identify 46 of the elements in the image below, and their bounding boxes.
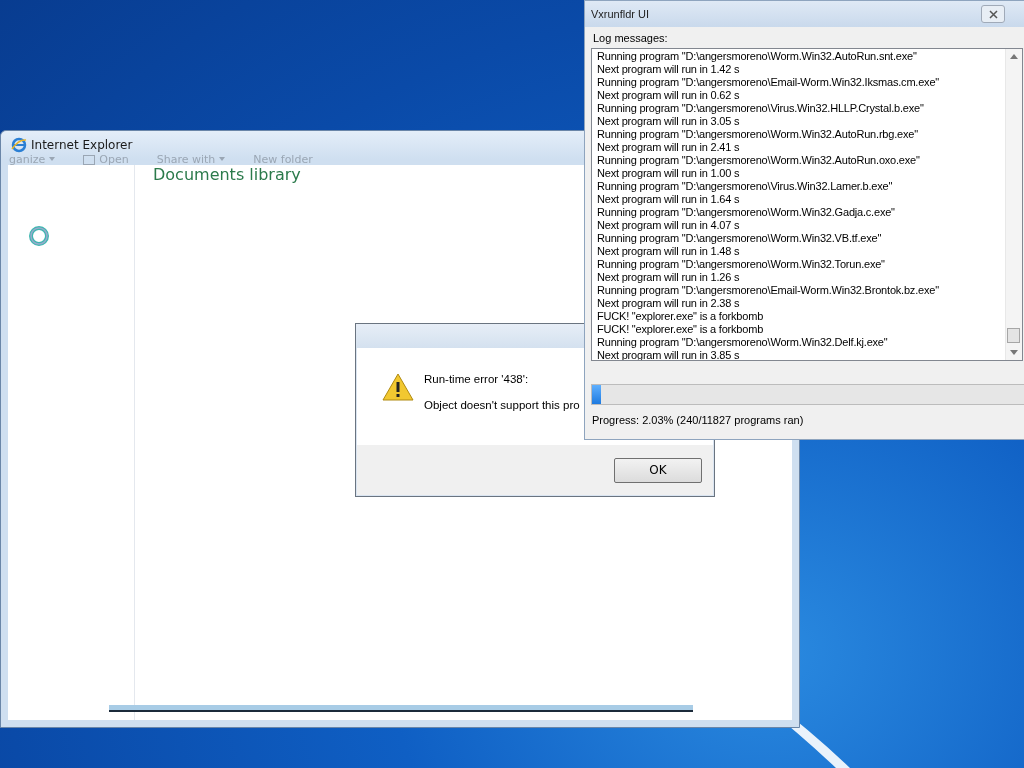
close-button[interactable] (981, 5, 1005, 23)
log-line: Running program "D:\angersmoreno\Worm.Win32.AutoRun.snt.exe" (597, 50, 918, 63)
log-line: Next program will run in 1.48 s (597, 245, 741, 258)
log-line: Running program "D:\angersmoreno\Email-Worm.Win32.Brontok.bz.exe" (597, 284, 940, 297)
log-line: Next program will run in 4.07 s (597, 219, 741, 232)
log-line: Running program "D:\angersmoreno\Worm.Win32.AutoRun.rbg.exe" (597, 128, 919, 141)
caret-icon (49, 157, 56, 161)
log-line: Running program "D:\angersmoreno\Worm.Win32.AutoRun.oxo.exe" (597, 154, 921, 167)
log-line: Next program will run in 1.42 s (597, 63, 741, 76)
log-line: Next program will run in 3.05 s (597, 115, 741, 128)
log-line: Running program "D:\angersmoreno\Virus.Win32.HLLP.Crystal.b.exe" (597, 102, 925, 115)
scroll-up-icon[interactable] (1010, 53, 1018, 59)
log-line: Next program will run in 2.41 s (597, 141, 741, 154)
log-line: Running program "D:\angersmoreno\Virus.Win32.Lamer.b.exe" (597, 180, 894, 193)
log-line: Running program "D:\angersmoreno\Worm.Win32.Torun.exe" (597, 258, 886, 271)
scrollbar[interactable] (1005, 49, 1022, 360)
toolbar-button[interactable]: Share with (156, 152, 216, 166)
progress-status: Progress: 2.03% (240/11827 programs ran) (592, 414, 805, 426)
window-title: Internet Explorer (31, 138, 133, 152)
log-line: Running program "D:\angersmoreno\Worm.Win32.Gadja.c.exe" (597, 206, 896, 219)
close-icon (988, 9, 998, 19)
log-line: FUCK! "explorer.exe" is a forkbomb (597, 310, 765, 323)
scroll-down-icon[interactable] (1010, 350, 1018, 356)
warning-icon (382, 373, 414, 401)
log-line: Running program "D:\angersmoreno\Email-Worm.Win32.Iksmas.cm.exe" (597, 76, 941, 89)
error-message: Object doesn't support this pro (424, 399, 580, 411)
toolbar-button[interactable]: New folder (253, 152, 313, 166)
log-line: Running program "D:\angersmoreno\Worm.Win32.VB.tf.exe" (597, 232, 883, 245)
loading-spinner-icon (28, 225, 50, 247)
scroll-thumb[interactable] (1007, 328, 1020, 343)
window-title: Vxrunfldr UI (591, 8, 650, 20)
log-line: Next program will run in 1.64 s (597, 193, 741, 206)
log-line: Next program will run in 2.38 s (597, 297, 741, 310)
log-line: FUCK! "explorer.exe" is a forkbomb (597, 323, 765, 336)
ok-button[interactable]: OK (614, 457, 702, 483)
log-line: Next program will run in 1.00 s (597, 167, 741, 180)
browser-logo-icon (11, 137, 27, 153)
toolbar-button[interactable]: ganize (9, 152, 46, 166)
caret-icon (219, 157, 226, 161)
error-heading: Run-time error '438': (424, 373, 530, 385)
log-line: Next program will run in 1.26 s (597, 271, 741, 284)
log-label: Log messages: (593, 32, 669, 44)
library-heading: Documents library (153, 165, 301, 184)
log-line: Next program will run in 0.62 s (597, 89, 741, 102)
log-line: Running program "D:\angersmoreno\Worm.Win32.Delf.kj.exe" (597, 336, 889, 349)
toolbar-button[interactable]: Open (99, 152, 129, 166)
